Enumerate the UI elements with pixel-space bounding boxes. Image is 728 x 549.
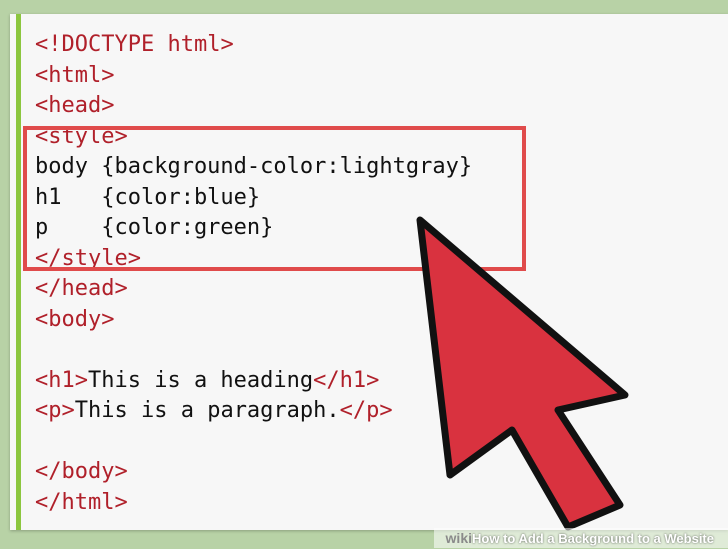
code-tag-token: </p> (339, 398, 393, 423)
code-tag-token: <h1> (35, 367, 88, 393)
cursor-arrow-shape (416, 216, 629, 531)
code-line: <head> (35, 91, 728, 122)
code-tag-token: </body> (35, 459, 128, 484)
editor-gutter (16, 14, 21, 530)
caption-how: How (472, 531, 500, 546)
code-text-token: This is a paragraph. (74, 398, 340, 423)
code-line: <!DOCTYPE html> (35, 30, 728, 61)
arrow-cursor-icon (416, 216, 629, 531)
caption-wiki: wiki (445, 530, 473, 546)
code-tag-token: <html> (35, 62, 115, 88)
caption-title: to Add a Background to a Website (499, 531, 714, 546)
code-tag-token: <p> (35, 398, 75, 423)
code-text-token: This is a heading (87, 367, 314, 393)
code-tag-token: <head> (35, 93, 115, 118)
code-tag-token: <!DOCTYPE (35, 32, 168, 57)
code-line: <html> (35, 61, 728, 92)
code-tag-token: html (167, 32, 221, 57)
code-tag-token: > (220, 32, 234, 57)
caption-bar: wikiHow to Add a Background to a Website (433, 528, 728, 548)
code-tag-token: </html> (35, 489, 128, 515)
code-tag-token: </head> (35, 276, 128, 301)
code-tag-token: <body> (35, 306, 115, 332)
code-tag-token: </h1> (313, 367, 380, 393)
